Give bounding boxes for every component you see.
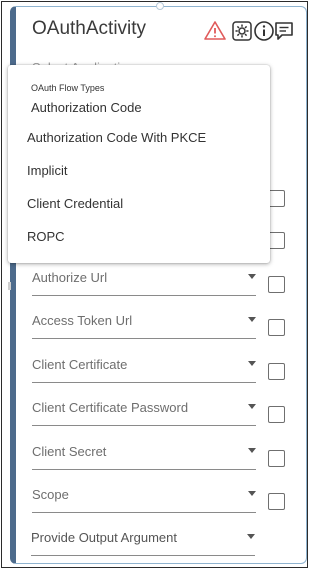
oauth-flow-types-popup: OAuth Flow Types Authorization Code Auth… bbox=[8, 65, 270, 263]
field-label: Access Token Url bbox=[32, 313, 133, 328]
client-secret-checkbox[interactable] bbox=[268, 450, 285, 467]
chevron-down-icon bbox=[248, 317, 256, 322]
gear-icon[interactable] bbox=[231, 20, 253, 42]
scope-checkbox[interactable] bbox=[268, 493, 285, 510]
field-label: Client Certificate bbox=[32, 357, 128, 372]
field-label: Client Certificate Password bbox=[32, 400, 189, 415]
warning-icon[interactable] bbox=[204, 20, 226, 42]
checkbox-hidden-1[interactable] bbox=[268, 190, 285, 207]
field-underline bbox=[31, 555, 255, 556]
connector-handle[interactable] bbox=[156, 2, 164, 10]
activity-title: OAuthActivity bbox=[32, 18, 147, 39]
client-secret-dropdown[interactable]: Client Secret bbox=[32, 440, 256, 470]
field-label: Client Secret bbox=[32, 444, 107, 459]
chevron-down-icon bbox=[247, 534, 255, 539]
authorize-url-checkbox[interactable] bbox=[268, 276, 285, 293]
chevron-down-icon bbox=[248, 491, 256, 496]
flow-option-implicit[interactable]: Implicit bbox=[27, 163, 67, 178]
field-label: Authorize Url bbox=[32, 270, 108, 285]
oauth-flow-group-label: OAuth Flow Types bbox=[31, 83, 105, 93]
field-underline bbox=[32, 338, 256, 339]
field-label: Scope bbox=[32, 487, 69, 502]
resize-handle[interactable] bbox=[8, 282, 11, 290]
field-label: Provide Output Argument bbox=[31, 530, 177, 545]
flow-option-authorization-code-pkce[interactable]: Authorization Code With PKCE bbox=[27, 130, 206, 145]
checkbox-hidden-2[interactable] bbox=[268, 232, 285, 249]
comment-icon[interactable] bbox=[273, 20, 295, 42]
flow-option-ropc[interactable]: ROPC bbox=[27, 229, 65, 244]
chevron-down-icon bbox=[248, 448, 256, 453]
scope-dropdown[interactable]: Scope bbox=[32, 483, 256, 513]
field-underline bbox=[32, 512, 256, 513]
info-icon[interactable] bbox=[253, 20, 275, 42]
chevron-down-icon bbox=[248, 274, 256, 279]
chevron-down-icon bbox=[248, 404, 256, 409]
chevron-down-icon bbox=[248, 361, 256, 366]
client-certificate-checkbox[interactable] bbox=[268, 363, 285, 380]
provide-output-argument-dropdown[interactable]: Provide Output Argument bbox=[31, 526, 255, 556]
flow-option-authorization-code[interactable]: Authorization Code bbox=[31, 100, 142, 115]
access-token-url-checkbox[interactable] bbox=[268, 319, 285, 336]
access-token-url-dropdown[interactable]: Access Token Url bbox=[32, 309, 256, 339]
field-underline bbox=[32, 469, 256, 470]
field-underline bbox=[32, 382, 256, 383]
client-certificate-password-dropdown[interactable]: Client Certificate Password bbox=[32, 396, 256, 426]
client-certificate-dropdown[interactable]: Client Certificate bbox=[32, 353, 256, 383]
client-certificate-password-checkbox[interactable] bbox=[268, 406, 285, 423]
authorize-url-dropdown[interactable]: Authorize Url bbox=[32, 266, 256, 296]
field-underline bbox=[32, 425, 256, 426]
flow-option-client-credential[interactable]: Client Credential bbox=[27, 196, 123, 211]
field-underline bbox=[32, 295, 256, 296]
